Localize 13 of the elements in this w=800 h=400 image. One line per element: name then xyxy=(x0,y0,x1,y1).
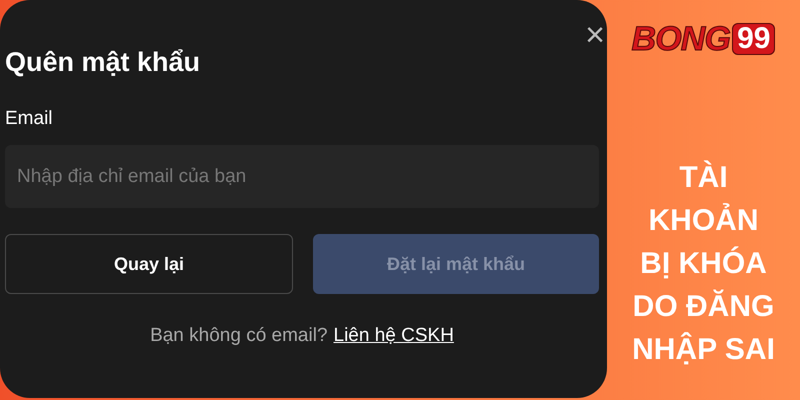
headline-line: TÀI xyxy=(679,159,728,196)
contact-link[interactable]: Liên hệ CSKH xyxy=(334,322,454,350)
logo: BONG 99 xyxy=(632,22,776,56)
back-button[interactable]: Quay lại xyxy=(5,234,293,294)
email-field[interactable]: Nhập địa chỉ email của bạn xyxy=(5,145,599,208)
headline-line: BỊ KHÓA xyxy=(640,245,767,282)
headline-line: DO ĐĂNG xyxy=(632,288,774,325)
footer-text: Bạn không có email? xyxy=(150,324,328,348)
dialog-title: Quên mật khẩu xyxy=(5,46,202,79)
close-button[interactable]: × xyxy=(585,18,605,52)
field-label: Email xyxy=(5,106,53,130)
headline-line: KHOẢN xyxy=(648,202,758,239)
headline-line: NHẬP SAI xyxy=(632,331,775,368)
